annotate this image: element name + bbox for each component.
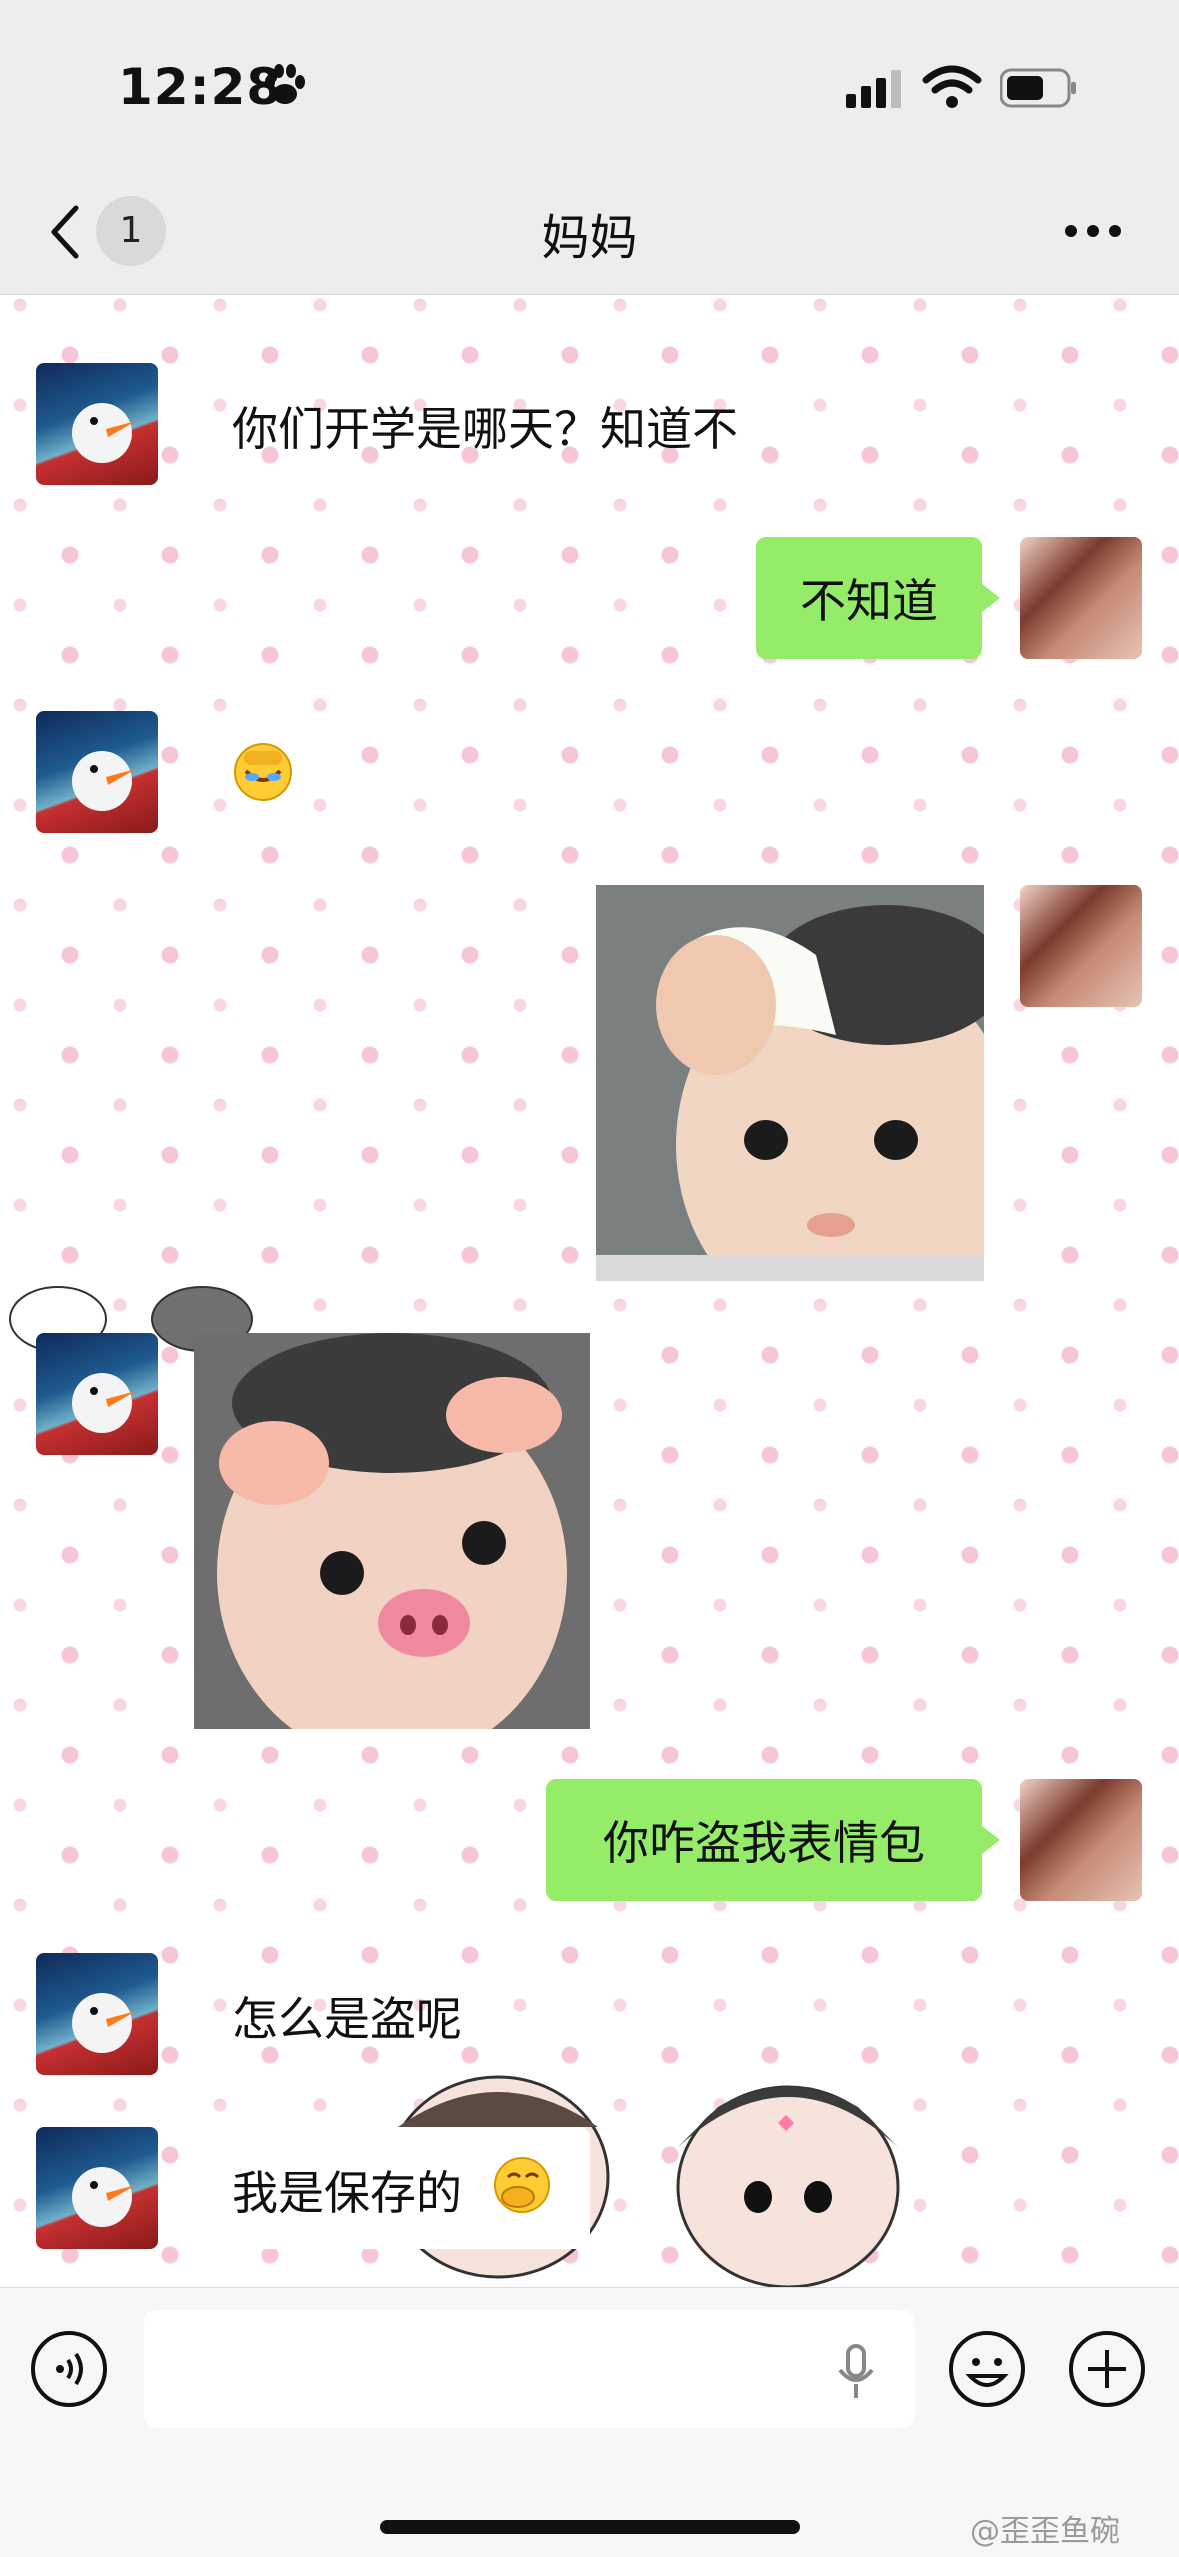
wifi-icon bbox=[922, 65, 982, 108]
avatar-mom[interactable] bbox=[36, 1333, 158, 1455]
microphone-icon[interactable] bbox=[836, 2344, 876, 2400]
message-bubble-container[interactable]: 我是保存的 bbox=[210, 2127, 590, 2249]
avatar-me[interactable] bbox=[1020, 885, 1142, 1007]
message-bubble[interactable]: 不知道 bbox=[756, 537, 1000, 659]
chat-title: 妈妈 bbox=[541, 210, 638, 266]
avatar-mom[interactable] bbox=[36, 2127, 158, 2249]
weibo-watermark: @歪歪鱼碗 bbox=[970, 2514, 1120, 2549]
paw-icon bbox=[265, 64, 305, 104]
emoji-icon[interactable] bbox=[948, 2330, 1026, 2408]
facepalm-emoji-icon bbox=[234, 743, 292, 801]
avatar-mom[interactable] bbox=[36, 363, 158, 485]
snowman-icon bbox=[72, 1373, 136, 1433]
message-input[interactable] bbox=[144, 2310, 914, 2428]
hand-over-mouth-emoji-icon bbox=[494, 2157, 550, 2213]
avatar-me[interactable] bbox=[1020, 537, 1142, 659]
battery-icon bbox=[1000, 68, 1076, 108]
chat-area[interactable]: 你们开学是哪天？知道不 不知道 你咋盗我表情包 怎么是盗呢 我是保存的 bbox=[0, 295, 1179, 2287]
snowman-icon bbox=[72, 1993, 136, 2053]
voice-input-icon[interactable] bbox=[30, 2330, 108, 2408]
message-text: 你们开学是哪天？知道不 bbox=[232, 402, 738, 456]
snowman-icon bbox=[72, 751, 136, 811]
clock: 12:28 bbox=[118, 58, 283, 116]
avatar-me[interactable] bbox=[1020, 1779, 1142, 1901]
cellular-signal-icon bbox=[846, 70, 901, 108]
input-bar: @歪歪鱼碗 bbox=[0, 2287, 1179, 2557]
message-text: 我是保存的 bbox=[232, 2166, 462, 2220]
more-options-icon[interactable] bbox=[1064, 224, 1122, 238]
message-text: 怎么是盗呢 bbox=[232, 1992, 462, 2046]
baby-towel-sticker-image[interactable] bbox=[596, 885, 984, 1281]
snowman-icon bbox=[72, 403, 136, 463]
pig-nose-baby-sticker-image[interactable] bbox=[194, 1333, 590, 1729]
avatar-mom[interactable] bbox=[36, 1953, 158, 2075]
avatar-mom[interactable] bbox=[36, 711, 158, 833]
message-bubble[interactable]: 你咋盗我表情包 bbox=[546, 1779, 1000, 1901]
plus-icon[interactable] bbox=[1068, 2330, 1146, 2408]
nav-bar: 1 妈妈 bbox=[0, 170, 1179, 295]
home-indicator bbox=[380, 2520, 800, 2534]
status-bar: 12:28 bbox=[0, 0, 1179, 170]
snowman-icon bbox=[72, 2167, 136, 2227]
